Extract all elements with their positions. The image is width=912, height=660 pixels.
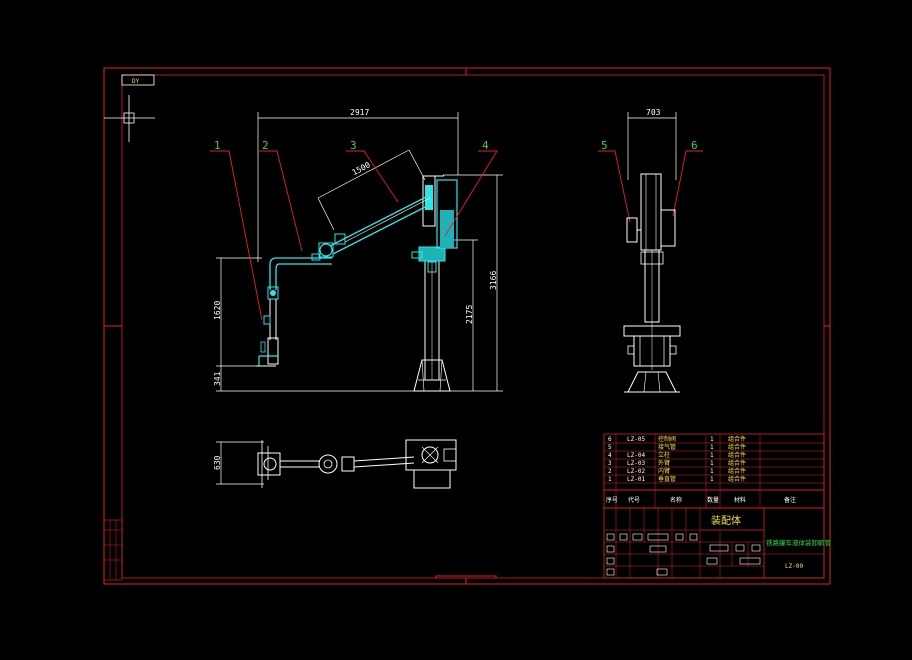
part-seq: 6 bbox=[608, 436, 612, 443]
part-material: 组合件 bbox=[728, 459, 746, 467]
part-code: LZ-02 bbox=[627, 468, 645, 475]
part-code: LZ-03 bbox=[627, 460, 645, 467]
header-note: 备注 bbox=[784, 496, 796, 504]
balloon-1: 1 bbox=[214, 139, 221, 152]
parts-row: 5 接气管 1 组合件 bbox=[608, 443, 746, 451]
header-qty: 数量 bbox=[707, 496, 719, 504]
dim-plan-width: 630 bbox=[213, 455, 222, 470]
sheet-border bbox=[103, 67, 831, 585]
dim-reach-width: 2917 bbox=[350, 108, 369, 117]
header-name: 名称 bbox=[670, 496, 682, 504]
part-qty: 1 bbox=[710, 476, 714, 483]
balloon-6: 6 bbox=[691, 139, 698, 152]
parts-row: 1 LZ-01 垂直管 1 组合件 bbox=[608, 475, 746, 483]
part-code: LZ-05 bbox=[627, 436, 645, 443]
corner-tag: DY bbox=[132, 78, 140, 85]
header-code: 代号 bbox=[628, 496, 640, 504]
part-seq: 5 bbox=[608, 444, 612, 451]
plan-view bbox=[216, 439, 457, 489]
part-name: 外臂 bbox=[658, 459, 670, 467]
balloon-2: 2 bbox=[262, 139, 269, 152]
part-name: 控制阀 bbox=[658, 435, 676, 443]
dim-base-height: 341 bbox=[213, 371, 222, 386]
part-qty: 1 bbox=[710, 452, 714, 459]
header-seq: 序号 bbox=[606, 496, 618, 504]
header-material: 材料 bbox=[734, 496, 746, 504]
part-material: 组合件 bbox=[728, 451, 746, 459]
front-view bbox=[216, 112, 503, 392]
part-material: 组合件 bbox=[728, 443, 746, 451]
part-qty: 1 bbox=[710, 436, 714, 443]
part-material: 组合件 bbox=[728, 467, 746, 475]
drawing-subtitle: 铁路罐车液体装卸鹤管 bbox=[766, 538, 832, 547]
part-qty: 1 bbox=[710, 460, 714, 467]
parts-row: 3 LZ-03 外臂 1 组合件 bbox=[608, 459, 746, 467]
cad-drawing: DY 2917 1500 3166 2175 1620 341 1 2 3 4 … bbox=[103, 67, 832, 585]
parts-row: 6 LZ-05 控制阀 1 组合件 bbox=[608, 435, 746, 443]
part-name: 内臂 bbox=[658, 467, 670, 475]
part-seq: 2 bbox=[608, 468, 612, 475]
drawing-title: 装配体 bbox=[711, 514, 741, 527]
dim-total-height: 3166 bbox=[489, 271, 498, 290]
side-view bbox=[623, 112, 681, 393]
dim-riser-height: 1620 bbox=[213, 301, 222, 320]
part-name: 接气管 bbox=[658, 443, 676, 451]
part-seq: 3 bbox=[608, 460, 612, 467]
dim-column-height: 2175 bbox=[465, 305, 474, 324]
parts-header: 序号 代号 名称 数量 材料 备注 bbox=[606, 496, 796, 504]
crosshair-cursor bbox=[104, 95, 155, 142]
dim-arm-length: 1500 bbox=[351, 160, 372, 177]
part-material: 组合件 bbox=[728, 435, 746, 443]
balloon-3: 3 bbox=[350, 139, 357, 152]
dim-side-width: 703 bbox=[646, 108, 661, 117]
parts-row: 2 LZ-02 内臂 1 组合件 bbox=[608, 467, 746, 475]
balloon-4: 4 bbox=[482, 139, 489, 152]
part-seq: 1 bbox=[608, 476, 612, 483]
part-code: LZ-04 bbox=[627, 452, 645, 459]
part-code: LZ-01 bbox=[627, 476, 645, 483]
part-seq: 4 bbox=[608, 452, 612, 459]
drawing-number: LZ-00 bbox=[785, 563, 803, 570]
parts-row: 4 LZ-04 立柱 1 组合件 bbox=[608, 451, 746, 459]
balloon-5: 5 bbox=[601, 139, 608, 152]
part-qty: 1 bbox=[710, 468, 714, 475]
part-name: 垂直管 bbox=[658, 475, 676, 483]
part-qty: 1 bbox=[710, 444, 714, 451]
part-material: 组合件 bbox=[728, 475, 746, 483]
part-name: 立柱 bbox=[658, 451, 670, 459]
